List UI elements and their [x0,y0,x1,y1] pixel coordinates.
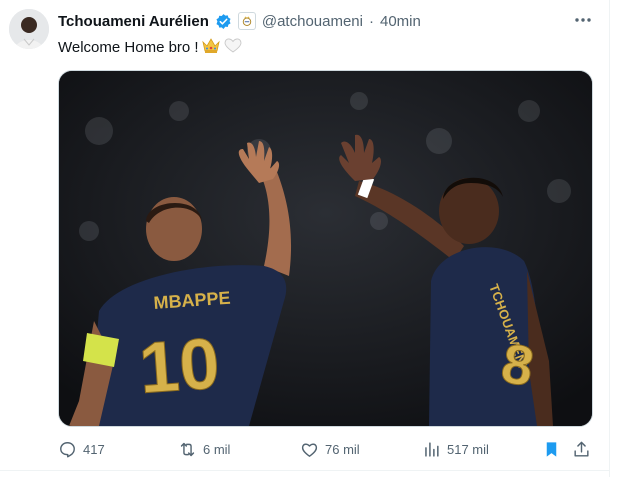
views-count: 517 mil [447,441,489,457]
bookmark-button[interactable] [542,437,561,461]
header-separator: · [368,12,374,30]
repost-count: 6 mil [203,441,231,457]
tweet-card: Tchouameni Aurélien @atchouameni · 40min… [0,0,610,477]
tweet-text-content: Welcome Home bro ! [58,39,199,56]
share-button[interactable] [572,437,591,461]
tweet-bottom-divider [0,470,610,471]
tweet-text: Welcome Home bro ! [58,36,243,60]
reply-icon [60,441,75,457]
bookmark-icon [546,441,557,457]
author-avatar[interactable] [9,9,49,49]
heart-icon [301,443,318,457]
views-button[interactable]: 517 mil [422,437,489,461]
tweet-timestamp[interactable]: 40min [380,13,421,30]
author-handle[interactable]: @atchouameni [262,13,363,30]
crown-emoji-icon [201,36,221,60]
share-icon [574,441,589,457]
club-affiliation-icon[interactable] [237,12,256,30]
white-heart-emoji-icon [223,36,243,60]
tweet-action-bar: 417 6 mil 76 mil 517 mil [58,437,598,461]
more-options-icon[interactable] [572,11,594,29]
tweet-header: Tchouameni Aurélien @atchouameni · 40min [58,10,421,32]
tweet-media-image[interactable]: MBAPPE 10 TCHOUAMENI 8 [58,70,593,427]
like-count: 76 mil [325,441,360,457]
verified-badge-icon[interactable] [215,13,232,30]
repost-button[interactable]: 6 mil [178,437,230,461]
like-button[interactable]: 76 mil [300,437,360,461]
timeline-right-border [609,0,610,477]
reply-count: 417 [83,441,105,457]
reply-button[interactable]: 417 [58,437,105,461]
repost-icon [180,442,195,456]
author-name[interactable]: Tchouameni Aurélien [58,13,209,30]
left-jersey-number: 10 [137,324,222,409]
views-chart-icon [425,441,439,457]
